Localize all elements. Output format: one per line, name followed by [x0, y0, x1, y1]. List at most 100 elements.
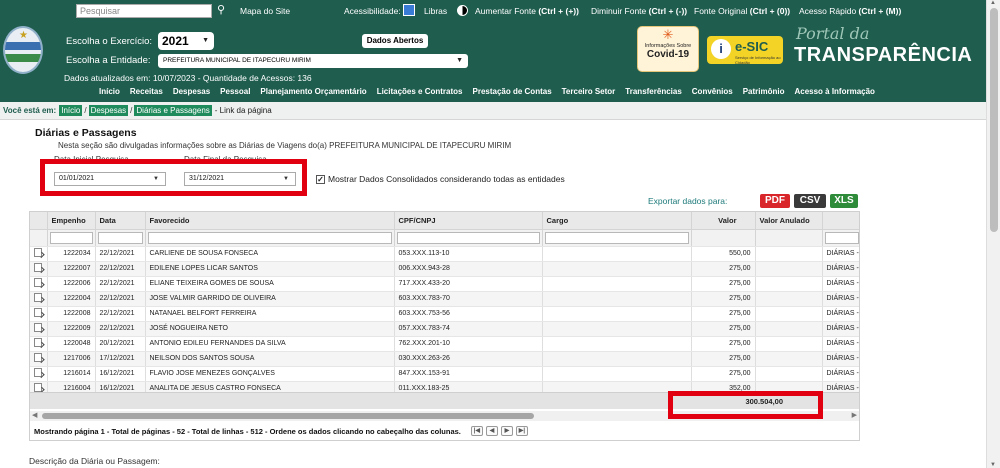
- quick-access-link[interactable]: Acesso Rápido (Ctrl + (M)): [799, 6, 901, 16]
- page: Pesquisar ⚲ Mapa do Site Acessibilidade:…: [0, 0, 1000, 468]
- nav-item-transferencias[interactable]: Transferências: [625, 87, 681, 96]
- table-row[interactable]: 1222008 22/12/2021 NATANAEL BELFORT FERREI…: [30, 306, 859, 322]
- filter-cell-empty: [30, 229, 48, 247]
- cell-data: 22/12/2021: [95, 291, 146, 307]
- virus-icon: ✳: [662, 27, 674, 42]
- breadcrumb-inicio[interactable]: Início: [59, 105, 83, 116]
- column-header-valor[interactable]: Valor: [691, 212, 756, 230]
- detail-icon[interactable]: [34, 368, 42, 377]
- libras-icon[interactable]: [403, 4, 415, 16]
- column-header-empenho[interactable]: Empenho: [47, 212, 96, 230]
- nav-item-acesso-informacao[interactable]: Acesso à Informação: [794, 87, 874, 96]
- detail-icon[interactable]: [34, 308, 42, 317]
- table-row[interactable]: 1222034 22/12/2021 CARLIENE DE SOUSA FONSE…: [30, 246, 859, 262]
- portal-title[interactable]: TRANSPARÊNCIA: [794, 44, 972, 67]
- nav-item-terceiro-setor[interactable]: Terceiro Setor: [562, 87, 616, 96]
- cell-valor-anulado: [755, 321, 823, 337]
- search-icon[interactable]: ⚲: [214, 3, 228, 17]
- filter-cell-empty: [691, 229, 756, 247]
- table-row[interactable]: 1222004 22/12/2021 JOSE VALMIR GARRIDO DE …: [30, 291, 859, 307]
- detail-icon[interactable]: [34, 278, 42, 287]
- detail-icon[interactable]: [34, 338, 42, 347]
- detail-icon[interactable]: [34, 323, 42, 332]
- entity-select[interactable]: PREFEITURA MUNICIPAL DE ITAPECURU MIRIM ▼: [158, 54, 468, 68]
- decrease-font-link[interactable]: Diminuir Fonte (Ctrl + (-)): [591, 6, 687, 16]
- nav-item-prestacao[interactable]: Prestação de Contas: [473, 87, 552, 96]
- nav-item-licitacoes[interactable]: Licitações e Contratos: [377, 87, 463, 96]
- total-highlight: [668, 391, 823, 419]
- prev-page-icon[interactable]: ◀: [485, 426, 498, 436]
- detail-icon[interactable]: [34, 248, 42, 257]
- column-header-extra[interactable]: [822, 212, 859, 230]
- filter-empenho-input[interactable]: [49, 231, 93, 244]
- export-csv-button[interactable]: CSV: [794, 194, 826, 208]
- cell-favorecido: ELIANE TEIXEIRA GOMES DE SOUSA: [145, 276, 395, 292]
- column-header-data[interactable]: Data: [95, 212, 146, 230]
- nav-item-convenios[interactable]: Convênios: [692, 87, 733, 96]
- column-header-cpf[interactable]: CPF/CNPJ: [394, 212, 543, 230]
- scroll-right-icon[interactable]: ▶: [852, 411, 857, 419]
- year-select[interactable]: 2021 ▼: [158, 32, 214, 50]
- nav-item-planejamento[interactable]: Planejamento Orçamentário: [260, 87, 366, 96]
- covid-banner[interactable]: ✳ Informações Sobre Covid-19: [637, 26, 699, 72]
- cell-cpf: 847.XXX.153-91: [394, 366, 543, 382]
- table-row[interactable]: 1222009 22/12/2021 JOSÉ NOGUEIRA NETO 057.X…: [30, 321, 859, 337]
- original-font-label: Fonte Original: [694, 6, 748, 16]
- consolidated-option[interactable]: ✓ Mostrar Dados Consolidados considerand…: [316, 174, 565, 184]
- nav-item-inicio[interactable]: Início: [99, 87, 120, 96]
- filter-cell: [394, 229, 543, 247]
- nav-item-pessoal[interactable]: Pessoal: [220, 87, 250, 96]
- libras-link[interactable]: Libras: [424, 6, 447, 16]
- export-pdf-button[interactable]: PDF: [760, 194, 790, 208]
- detail-icon[interactable]: [34, 353, 42, 362]
- date-filter-highlight: [40, 159, 307, 196]
- horizontal-scroll-thumb[interactable]: [42, 413, 534, 419]
- cell-data: 22/12/2021: [95, 261, 146, 277]
- export-xls-button[interactable]: XLS: [830, 194, 858, 208]
- scroll-up-icon[interactable]: ▲: [990, 0, 996, 6]
- filter-extra-input[interactable]: [824, 231, 859, 244]
- municipality-logo[interactable]: ★: [3, 26, 43, 74]
- nav-item-despesas[interactable]: Despesas: [173, 87, 210, 96]
- nav-item-patrimonio[interactable]: Patrimônio: [743, 87, 785, 96]
- esic-banner[interactable]: i e-SIC Serviço de Informação ao Cidadão: [707, 36, 783, 65]
- nav-item-receitas[interactable]: Receitas: [130, 87, 163, 96]
- table-row[interactable]: 1220048 20/12/2021 ANTONIO EDILEU FERNANDE…: [30, 336, 859, 352]
- quick-access-label: Acesso Rápido: [799, 6, 857, 16]
- next-page-icon[interactable]: ▶: [500, 426, 513, 436]
- filter-data-input[interactable]: [97, 231, 143, 244]
- scroll-down-icon[interactable]: ▼: [990, 462, 996, 468]
- search-input[interactable]: Pesquisar: [76, 4, 212, 18]
- vertical-scrollbar[interactable]: ▲ ▼: [986, 0, 1000, 468]
- column-header-favorecido[interactable]: Favorecido: [145, 212, 395, 230]
- table-row[interactable]: 1222007 22/12/2021 EDILENE LOPES LICAR SAN…: [30, 261, 859, 277]
- increase-font-link[interactable]: Aumentar Fonte (Ctrl + (+)): [475, 6, 579, 16]
- scroll-left-icon[interactable]: ◀: [32, 411, 37, 419]
- expenses-grid: Empenho Data Favorecido CPF/CNPJ Cargo V…: [30, 212, 859, 397]
- first-page-icon[interactable]: |◀: [470, 426, 483, 436]
- original-font-link[interactable]: Fonte Original (Ctrl + (0)): [694, 6, 790, 16]
- filter-favorecido-input[interactable]: [147, 231, 392, 244]
- consolidated-checkbox[interactable]: ✓: [316, 174, 325, 184]
- last-page-icon[interactable]: ▶|: [515, 426, 528, 436]
- table-row[interactable]: 1222006 22/12/2021 ELIANE TEIXEIRA GOMES D…: [30, 276, 859, 292]
- breadcrumb-diarias[interactable]: Diárias e Passagens: [134, 105, 212, 116]
- site-map-link[interactable]: Mapa do Site: [240, 6, 290, 16]
- table-row[interactable]: 1216014 16/12/2021 FLAVIO JOSE MENEZES GON…: [30, 366, 859, 382]
- filter-cargo-input[interactable]: [544, 231, 689, 244]
- top-bar: Pesquisar ⚲ Mapa do Site Acessibilidade:…: [0, 0, 986, 22]
- open-data-button[interactable]: Dados Abertos: [362, 34, 428, 48]
- detail-icon[interactable]: [34, 383, 42, 392]
- description-footer: Descrição da Diária ou Passagem:: [29, 456, 160, 466]
- cell-cargo: [542, 306, 692, 322]
- contrast-icon[interactable]: [457, 5, 468, 16]
- table-row[interactable]: 1217006 17/12/2021 NEILSON DOS SANTOS SOUS…: [30, 351, 859, 367]
- detail-icon[interactable]: [34, 293, 42, 302]
- vertical-scroll-thumb[interactable]: [990, 8, 998, 232]
- column-header-valor-anulado[interactable]: Valor Anulado: [755, 212, 823, 230]
- filter-cpf-input[interactable]: [396, 231, 540, 244]
- breadcrumb-despesas[interactable]: Despesas: [88, 105, 129, 116]
- column-header-cargo[interactable]: Cargo: [542, 212, 692, 230]
- detail-icon[interactable]: [34, 263, 42, 272]
- cell-extra: DIÁRIAS -: [822, 336, 859, 352]
